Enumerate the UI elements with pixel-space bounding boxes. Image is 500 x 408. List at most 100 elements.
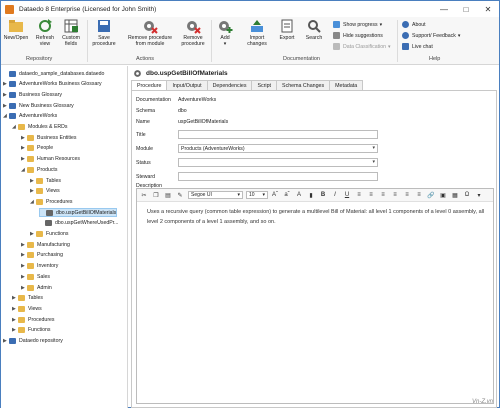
special-character-icon[interactable]: Ω: [462, 190, 472, 200]
table-icon[interactable]: ▦: [450, 190, 460, 200]
tree-item[interactable]: ▶ Functions: [30, 230, 69, 239]
align-center-icon[interactable]: ≡: [390, 190, 400, 200]
refresh-view-button[interactable]: Refresh view: [34, 18, 56, 47]
tree-item[interactable]: ▶ Functions: [12, 326, 51, 335]
import-changes-button[interactable]: Import changes: [243, 18, 271, 47]
tree-item[interactable]: ▶ Manufacturing: [21, 240, 70, 249]
chat-icon: [402, 43, 409, 50]
tree-item[interactable]: ▶ Procedures: [12, 315, 55, 324]
italic-icon[interactable]: I: [330, 190, 340, 200]
tree-item[interactable]: ▶ Tables: [12, 294, 43, 303]
tree-item[interactable]: ▶ Human Resources: [21, 155, 80, 164]
ribbon-separator: [211, 20, 212, 62]
tree-item-label: Inventory: [37, 263, 59, 270]
info-icon: [402, 21, 409, 28]
underline-icon[interactable]: U: [342, 190, 352, 200]
folder-icon: [27, 263, 34, 270]
status-select[interactable]: ▾: [178, 158, 378, 167]
about-button[interactable]: About: [402, 20, 426, 29]
folder-icon: [9, 102, 16, 109]
tree-item-label: Views: [46, 188, 60, 195]
search-icon: [308, 20, 321, 33]
export-button[interactable]: Export: [276, 18, 298, 41]
close-button[interactable]: ✕: [477, 1, 499, 17]
new-open-button[interactable]: New/Open: [4, 18, 28, 41]
folder-icon: [9, 20, 23, 32]
tree-item[interactable]: ▶ Inventory: [21, 262, 58, 271]
tree-item[interactable]: ▶ People: [21, 144, 53, 153]
steward-input[interactable]: [178, 172, 378, 181]
tree-item-label: Manufacturing: [37, 241, 70, 248]
tree-item[interactable]: ▶ Tables: [30, 176, 61, 185]
shrink-font-icon[interactable]: aˇ: [282, 190, 292, 200]
suggestions-icon: [333, 32, 340, 39]
save-procedure-button[interactable]: Save procedure: [91, 18, 117, 47]
maximize-button[interactable]: □: [455, 1, 477, 17]
tree-item[interactable]: ▶ Business Glossary: [3, 90, 62, 99]
tree-item[interactable]: ◢ Procedures: [30, 197, 73, 206]
font-size-select[interactable]: 10 ▾: [246, 191, 268, 199]
link-icon[interactable]: 🔗: [426, 190, 436, 200]
add-button[interactable]: Add ▾: [215, 18, 235, 47]
help-icon: [402, 32, 409, 39]
cut-icon[interactable]: ✂: [139, 190, 149, 200]
data-classification-button[interactable]: Data Classification ▾: [333, 42, 391, 51]
image-icon[interactable]: ▣: [438, 190, 448, 200]
font-family-select[interactable]: Segoe UI ▾: [188, 191, 243, 199]
tab-schema-changes[interactable]: Schema Changes: [276, 80, 331, 90]
tab-metadata[interactable]: Metadata: [329, 80, 364, 90]
support-feedback-button[interactable]: Support/ Feedback ▾: [402, 31, 460, 40]
search-button[interactable]: Search: [303, 18, 325, 41]
highlight-icon[interactable]: ▮: [306, 190, 316, 200]
align-right-icon[interactable]: ≡: [402, 190, 412, 200]
tree-item[interactable]: dbo.uspGetWhereUsedPr...: [39, 219, 118, 228]
tree-item[interactable]: ◢ Modules & ERDs: [12, 123, 68, 132]
tree-item[interactable]: ◢ Products: [21, 165, 57, 174]
bold-icon[interactable]: B: [318, 190, 328, 200]
description-text[interactable]: Uses a recursive query (common table exp…: [147, 207, 487, 227]
format-painter-icon[interactable]: ✎: [175, 190, 185, 200]
justify-icon[interactable]: ≡: [414, 190, 424, 200]
minimize-button[interactable]: —: [433, 1, 455, 17]
remove-procedure-button[interactable]: Remove procedure: [179, 18, 207, 47]
add-gear-icon: [219, 21, 233, 33]
hide-suggestions-button[interactable]: Hide suggestions: [333, 31, 383, 40]
title-input[interactable]: [178, 130, 378, 139]
align-left-icon[interactable]: ≡: [378, 190, 388, 200]
tree-item[interactable]: ▶ Dataedo repository: [3, 337, 63, 346]
tree-item[interactable]: ▶ Purchasing: [21, 251, 63, 260]
description-editor[interactable]: ✂ ❐ ▤ ✎ Segoe UI ▾ 10 ▾ Aˆ aˇ A ▮ B I U …: [136, 188, 494, 404]
name-label: Name: [136, 119, 150, 125]
tab-script[interactable]: Script: [251, 80, 278, 90]
tree-item[interactable]: ▶ Business Entities: [21, 133, 77, 142]
remove-from-module-button[interactable]: Remove procedure from module: [125, 18, 175, 47]
tree-item[interactable]: ▶ New Business Glossary: [3, 101, 74, 110]
tree-item[interactable]: ▶ Views: [12, 304, 42, 313]
tree-item[interactable]: dbo.uspGetBillOfMaterials: [39, 208, 118, 218]
tab-input-output[interactable]: Input/Output: [166, 80, 208, 90]
tree-item[interactable]: ▶ Sales: [21, 272, 50, 281]
numbered-list-icon[interactable]: ≡: [366, 190, 376, 200]
live-chat-button[interactable]: Live chat: [402, 42, 433, 51]
tree-item[interactable]: ▶ Views: [30, 187, 60, 196]
folder-icon: [9, 70, 16, 77]
documentation-value: AdventureWorks: [178, 97, 217, 103]
custom-fields-button[interactable]: Custom fields: [59, 18, 83, 47]
paste-icon[interactable]: ▤: [163, 190, 173, 200]
folder-icon: [27, 156, 34, 163]
copy-icon[interactable]: ❐: [151, 190, 161, 200]
tab-dependencies[interactable]: Dependencies: [206, 80, 253, 90]
text-color-icon[interactable]: A: [294, 190, 304, 200]
show-progress-button[interactable]: Show progress ▾: [333, 20, 382, 29]
tree-item-label: Functions: [28, 327, 51, 334]
folder-icon: [18, 316, 25, 323]
tree-item[interactable]: ▶ AdventureWorks Business Glossary: [3, 80, 102, 89]
grow-font-icon[interactable]: Aˆ: [270, 190, 280, 200]
more-options-icon[interactable]: ▾: [474, 190, 484, 200]
tree-item[interactable]: dataedo_sample_databases.dataedo: [3, 69, 104, 78]
tree-item[interactable]: ◢ AdventureWorks: [3, 112, 57, 121]
module-select[interactable]: Products (AdventureWorks) ▾: [178, 144, 378, 153]
tree-item[interactable]: ▶ Admin: [21, 283, 52, 292]
bullet-list-icon[interactable]: ≡: [354, 190, 364, 200]
custom-fields-icon: [64, 19, 78, 33]
